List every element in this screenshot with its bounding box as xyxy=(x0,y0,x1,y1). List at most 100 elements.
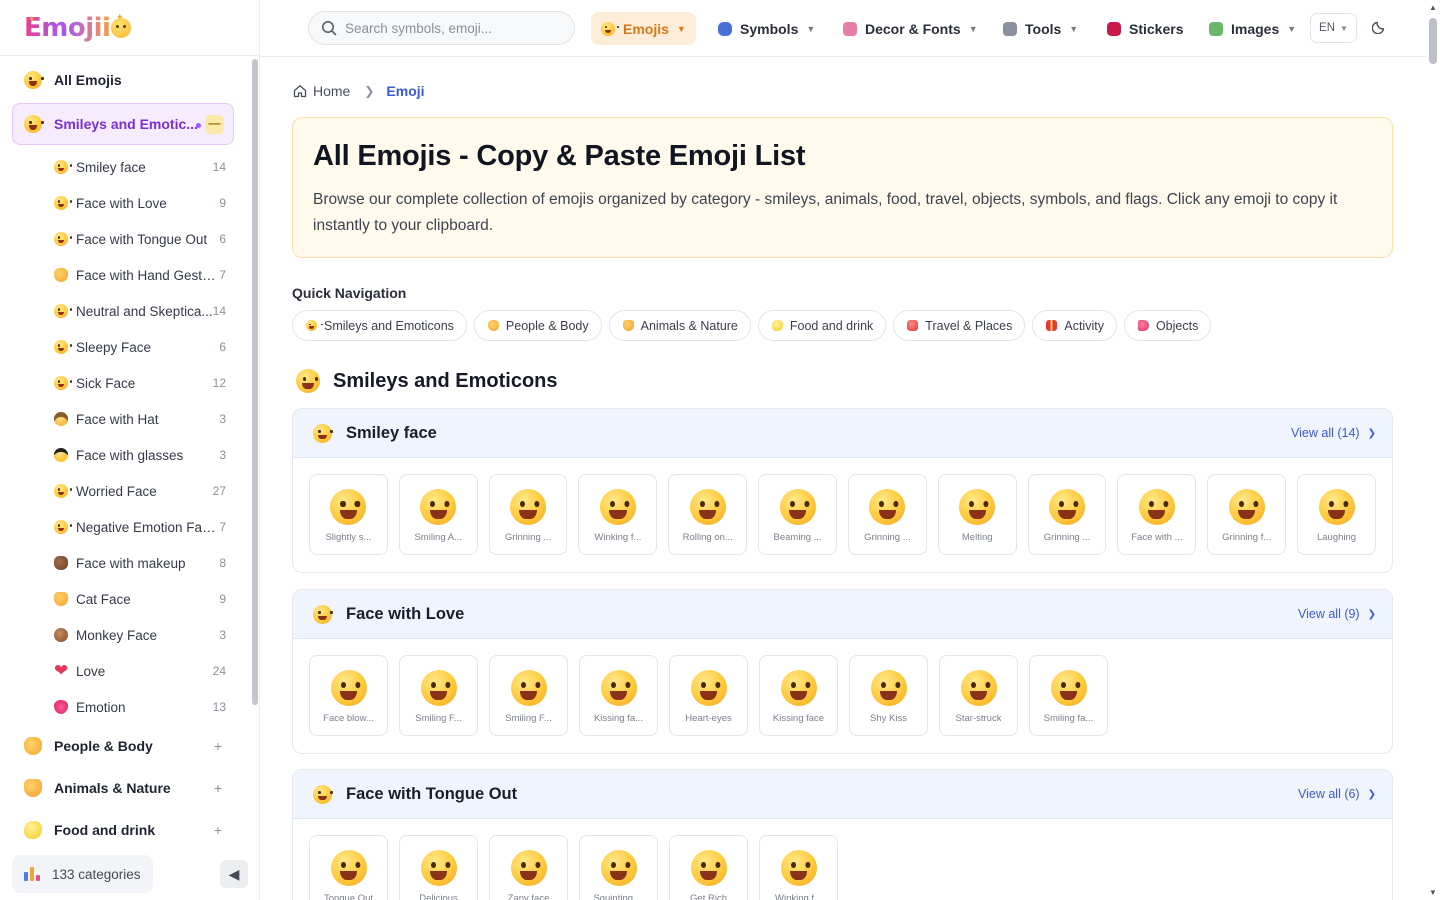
site-logo[interactable]: Emojii xyxy=(24,13,110,43)
emoji-tile[interactable]: Smiling A... xyxy=(398,474,478,555)
scrollbar-thumb[interactable] xyxy=(1429,18,1437,64)
view-all-link[interactable]: View all (6) ❯ xyxy=(1298,787,1376,801)
emoji-tile[interactable]: Laughing xyxy=(1297,474,1376,555)
sidebar-subitem[interactable]: Sleepy Face 6 xyxy=(0,329,252,365)
sidebar-subitem[interactable]: Face with Hand Gesture 7 xyxy=(0,257,252,293)
breadcrumb-home-link[interactable]: Home xyxy=(313,83,350,99)
emoji-tile[interactable]: Delicious xyxy=(399,835,478,900)
search-input[interactable] xyxy=(345,20,545,36)
sidebar-toggle-button[interactable]: ◀ xyxy=(220,860,248,888)
emoji-face-icon xyxy=(330,850,367,886)
emoji-tile[interactable]: Melting xyxy=(937,474,1017,555)
sidebar-subitem-label: Neutral and Skeptica... xyxy=(76,303,213,319)
collapse-button[interactable]: — xyxy=(205,115,224,134)
sidebar-subitem[interactable]: Face with glasses 3 xyxy=(0,437,252,473)
emoji-name: Tongue Out xyxy=(323,893,374,900)
sidebar-subitem[interactable]: Face with Love 9 xyxy=(0,185,252,221)
view-all-label: View all (6) xyxy=(1298,787,1360,801)
page-scrollbar[interactable]: ▲ ▼ xyxy=(1426,0,1440,900)
sidebar-subitem[interactable]: Neutral and Skeptica... 14 xyxy=(0,293,252,329)
nav-tools[interactable]: Tools ▼ xyxy=(993,12,1088,45)
expand-plus-icon[interactable]: + xyxy=(214,780,222,796)
sidebar-subitem[interactable]: Face with Tongue Out 6 xyxy=(0,221,252,257)
sidebar-subitem[interactable]: Smiley face 14 xyxy=(0,149,252,185)
sidebar-subitem[interactable]: Negative Emotion Face 7 xyxy=(0,509,252,545)
emoji-tile[interactable]: Kissing face xyxy=(759,655,838,736)
quick-nav-chip[interactable]: Travel & Places xyxy=(893,310,1026,341)
quick-nav-chip[interactable]: Smileys and Emoticons xyxy=(292,310,467,341)
sidebar-subitem[interactable]: Face with Hat 3 xyxy=(0,401,252,437)
emoji-tile[interactable]: Grinning ... xyxy=(847,474,927,555)
quick-nav-chip[interactable]: Food and drink xyxy=(757,310,887,341)
sidebar-subitem[interactable]: Sick Face 12 xyxy=(0,365,252,401)
emoji-name: Slightly s... xyxy=(325,532,372,543)
emoji-tile[interactable]: Grinning ... xyxy=(1027,474,1107,555)
emoji-tile[interactable]: Smiling F... xyxy=(489,655,568,736)
quick-navigation-chips: Smileys and Emoticons People & Body Animal… xyxy=(292,310,1212,341)
scrollbar-thumb[interactable] xyxy=(252,59,258,705)
nav-symbols[interactable]: Symbols ▼ xyxy=(708,12,825,45)
emoji-tile[interactable]: Rolling on... xyxy=(668,474,748,555)
emoji-tile[interactable]: Grinning ... xyxy=(488,474,568,555)
emoji-tile[interactable]: Smiling fa... xyxy=(1029,655,1108,736)
quick-nav-chip[interactable]: People & Body xyxy=(473,310,602,341)
face-emoji-icon xyxy=(54,304,68,318)
emoji-tile[interactable]: Kissing fa... xyxy=(579,655,658,736)
expand-plus-icon[interactable]: + xyxy=(214,738,222,754)
sidebar-subitem[interactable]: Emotion 13 xyxy=(0,689,252,725)
emoji-face-icon xyxy=(690,670,727,706)
smiley-icon xyxy=(601,21,615,36)
emoji-face-icon xyxy=(510,850,547,886)
category-emoji-icon xyxy=(313,604,332,624)
category-header: Face with Love View all (9) ❯ xyxy=(293,590,1392,639)
emoji-tile[interactable]: Beaming ... xyxy=(758,474,837,555)
emoji-tile[interactable]: Star-struck xyxy=(939,655,1018,736)
emoji-tile[interactable]: Zany face xyxy=(489,835,568,900)
sidebar-subitem[interactable]: Love 24 xyxy=(0,653,252,689)
quick-nav-chip[interactable]: Objects xyxy=(1123,310,1212,341)
emoji-tile[interactable]: Slightly s... xyxy=(309,474,388,555)
emoji-tile[interactable]: Get Rich xyxy=(669,835,748,900)
emoji-tile[interactable]: Grinning f... xyxy=(1207,474,1287,555)
emoji-name: Kissing fa... xyxy=(593,713,644,724)
search-box[interactable] xyxy=(308,11,575,45)
sidebar-subitem-count: 8 xyxy=(219,556,226,570)
quick-nav-chip[interactable]: Activity xyxy=(1032,310,1117,341)
emoji-tile[interactable]: Smiling F... xyxy=(399,655,478,736)
sidebar-group[interactable]: Food and drink + xyxy=(0,809,252,847)
sidebar-scrollbar[interactable] xyxy=(251,57,259,847)
sidebar-item-smileys-active[interactable]: Smileys and Emotic... — xyxy=(12,103,234,145)
emoji-tile[interactable]: Tongue Out xyxy=(309,835,388,900)
sidebar-subitem[interactable]: Cat Face 9 xyxy=(0,581,252,617)
sidebar-subitem-count: 27 xyxy=(212,484,226,498)
hero-banner: All Emojis - Copy & Paste Emoji List Bro… xyxy=(292,117,1393,258)
sidebar-subitem[interactable]: Worried Face 27 xyxy=(0,473,252,509)
emoji-tile[interactable]: Face with ... xyxy=(1117,474,1197,555)
nav-label: Tools xyxy=(1025,20,1062,37)
nav-emojis[interactable]: Emojis ▼ xyxy=(591,12,696,45)
expand-plus-icon[interactable]: + xyxy=(214,822,222,838)
sidebar-item-all-emojis[interactable]: All Emojis xyxy=(0,57,252,103)
scroll-down-icon[interactable]: ▼ xyxy=(1429,888,1437,897)
view-all-link[interactable]: View all (14) ❯ xyxy=(1291,426,1376,440)
quick-nav-chip[interactable]: Animals & Nature xyxy=(608,310,751,341)
sidebar-subitem-label: Sleepy Face xyxy=(76,339,152,355)
sidebar-subitem[interactable]: Face with makeup 8 xyxy=(0,545,252,581)
emoji-tile[interactable]: Squinting ... xyxy=(579,835,658,900)
scroll-up-icon[interactable]: ▲ xyxy=(1429,3,1437,12)
emoji-tile[interactable]: Shy Kiss xyxy=(849,655,928,736)
sidebar-group[interactable]: People & Body + xyxy=(0,725,252,767)
nav-images[interactable]: Images ▼ xyxy=(1199,12,1306,45)
sidebar-subitem[interactable]: Monkey Face 3 xyxy=(0,617,252,653)
nav-decor-fonts[interactable]: Decor & Fonts ▼ xyxy=(833,12,988,45)
emoji-tile[interactable]: Winking f... xyxy=(578,474,658,555)
sidebar-group[interactable]: Animals & Nature + xyxy=(0,767,252,809)
emoji-tile[interactable]: Face blow... xyxy=(309,655,388,736)
emoji-tile[interactable]: Heart-eyes xyxy=(669,655,748,736)
emoji-tile[interactable]: Winking f... xyxy=(759,835,838,900)
dark-mode-moon-icon[interactable] xyxy=(1372,18,1388,34)
nav-stickers[interactable]: Stickers xyxy=(1097,12,1193,45)
view-all-link[interactable]: View all (9) ❯ xyxy=(1298,607,1376,621)
language-selector[interactable]: EN ▼ xyxy=(1310,13,1357,43)
emoji-name: Face blow... xyxy=(323,713,374,724)
